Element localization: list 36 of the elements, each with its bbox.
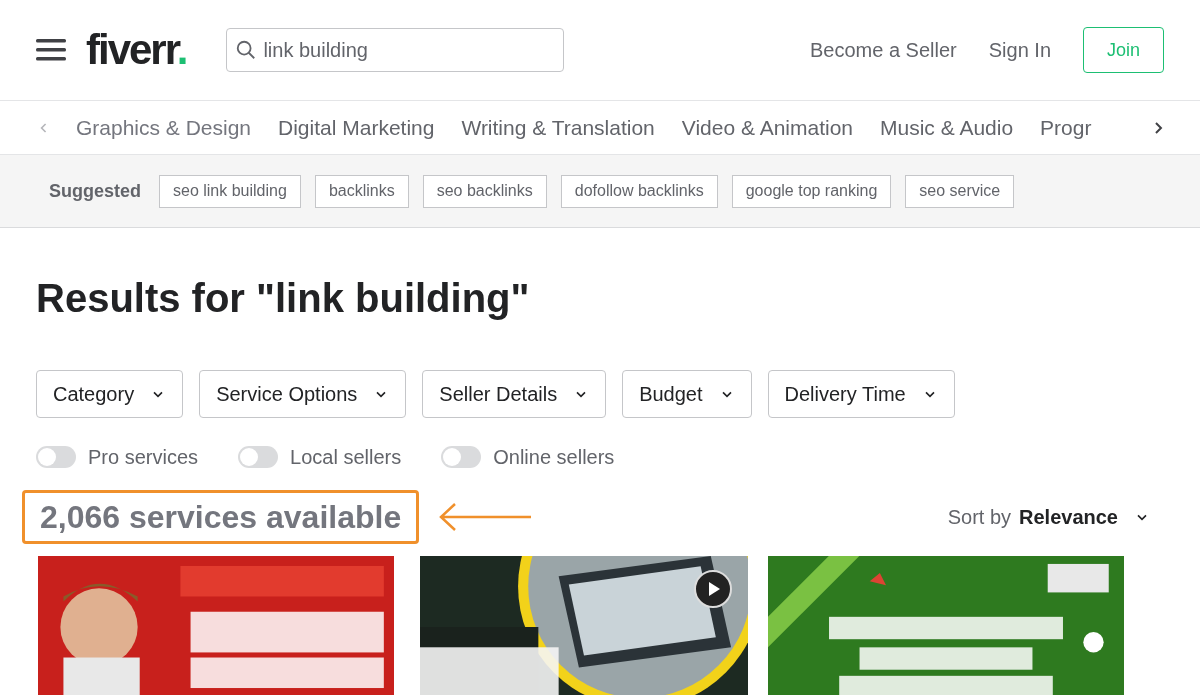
become-seller-link[interactable]: Become a Seller	[810, 35, 957, 65]
category-link[interactable]: Video & Animation	[681, 111, 854, 144]
suggested-tag[interactable]: seo backlinks	[422, 174, 547, 208]
suggested-tag[interactable]: backlinks	[314, 174, 409, 208]
toggle-option[interactable]: Online sellers	[441, 442, 615, 472]
search-icon	[235, 39, 258, 61]
suggested-tag[interactable]: seo service	[905, 174, 1015, 208]
filter-dropdown[interactable]: Budget	[622, 370, 752, 418]
menu-icon[interactable]	[36, 38, 66, 62]
sort-label: Sort by	[947, 505, 1012, 530]
results-title: Results for "link building"	[36, 278, 531, 318]
toggle-option[interactable]: Local sellers	[238, 442, 402, 472]
toggle-option[interactable]: Pro services	[36, 442, 199, 472]
play-icon[interactable]	[694, 570, 732, 608]
toggle-switch[interactable]	[36, 446, 76, 468]
sign-in-link[interactable]: Sign In	[988, 35, 1051, 65]
category-link[interactable]: Music & Audio	[880, 111, 1014, 144]
category-link[interactable]: Progr	[1040, 111, 1092, 144]
search-field[interactable]: link building	[226, 28, 565, 72]
arrow-icon	[439, 502, 534, 532]
suggested-tag[interactable]: seo link building	[159, 174, 301, 208]
toggle-switch[interactable]	[238, 446, 279, 468]
toggle-switch[interactable]	[441, 446, 482, 468]
suggested-tag[interactable]: dofollow backlinks	[560, 174, 718, 208]
category-link[interactable]: Digital Marketing	[278, 111, 435, 144]
sort-dropdown[interactable]: Relevance	[1019, 502, 1150, 532]
suggested-tag[interactable]: google top ranking	[731, 174, 892, 208]
logo[interactable]: fiverr.	[86, 29, 187, 71]
filter-dropdown[interactable]: Seller Details	[422, 370, 607, 418]
filter-dropdown[interactable]: Service Options	[199, 370, 407, 418]
category-link[interactable]: Graphics & Design	[75, 111, 252, 144]
suggested-label: Suggested	[49, 179, 141, 203]
category-link[interactable]: Writing & Translation	[461, 111, 655, 144]
filter-dropdown[interactable]: Category	[36, 370, 184, 418]
services-count: 2,066 services available	[22, 490, 420, 544]
filter-dropdown[interactable]: Delivery Time	[767, 370, 955, 418]
